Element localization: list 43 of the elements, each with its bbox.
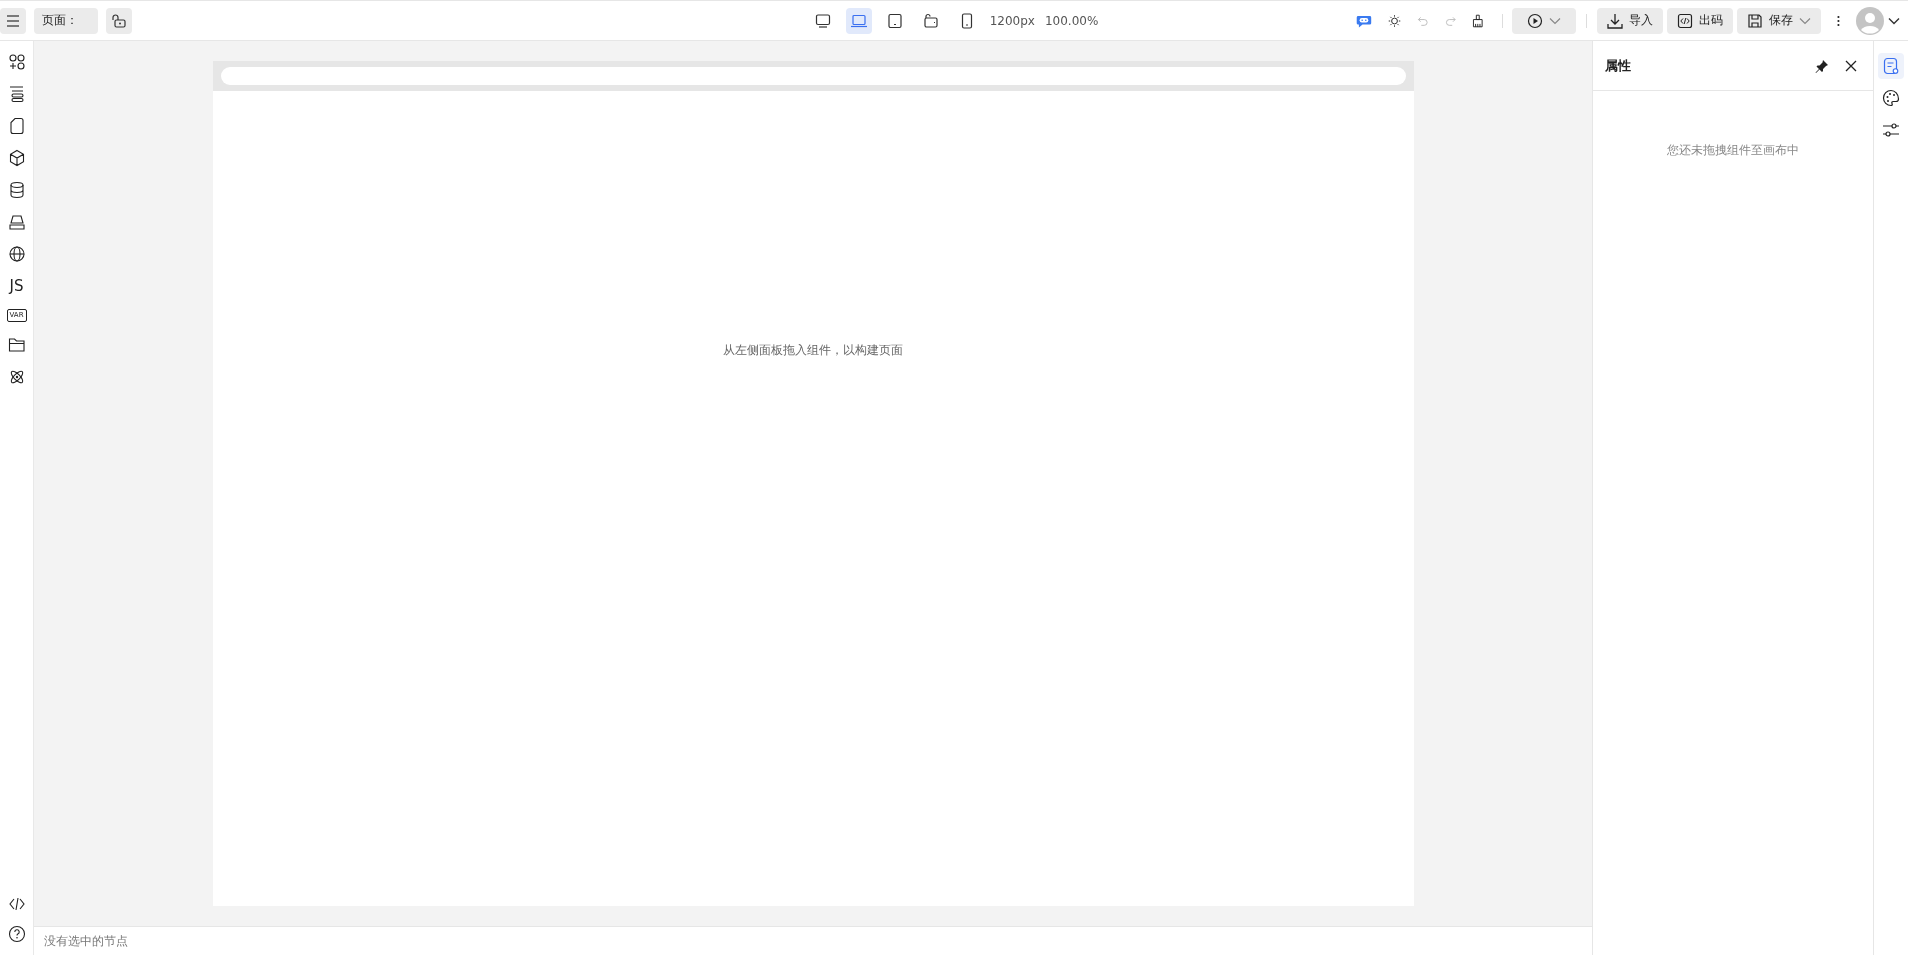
unlock-icon	[111, 12, 127, 29]
palette-icon	[1882, 89, 1900, 107]
cube-icon[interactable]	[7, 149, 26, 167]
avatar-icon	[1856, 6, 1884, 35]
help-icon[interactable]	[7, 925, 26, 943]
components-icon[interactable]	[7, 53, 26, 71]
tablet-rotated-icon	[922, 12, 939, 29]
page-icon[interactable]	[7, 117, 26, 135]
status-text: 没有选中的节点	[44, 932, 128, 950]
panel-title: 属性	[1605, 56, 1632, 75]
lock-button[interactable]	[106, 7, 132, 34]
download-icon	[1607, 12, 1624, 29]
code-icon	[1677, 12, 1694, 29]
preview-button[interactable]	[1512, 7, 1577, 34]
zoom-level: 100.00%	[1044, 13, 1099, 28]
chevron-down-icon	[1888, 16, 1900, 25]
play-icon	[1527, 12, 1544, 29]
javascript-tab[interactable]: JS	[9, 277, 24, 295]
export-code-button[interactable]: 出码	[1667, 7, 1734, 34]
monitor-icon	[814, 12, 831, 29]
canvas-width: 1200px	[989, 13, 1035, 28]
save-button[interactable]: 保存	[1737, 7, 1822, 34]
drive-icon[interactable]	[7, 213, 26, 231]
chevron-down-icon	[1799, 16, 1812, 25]
phone-icon	[959, 12, 974, 29]
menu-icon	[6, 14, 20, 27]
import-button[interactable]: 导入	[1597, 7, 1664, 34]
globe-icon[interactable]	[7, 245, 26, 263]
outline-tree-icon[interactable]	[7, 85, 26, 103]
code-icon[interactable]	[7, 897, 26, 911]
page-selector[interactable]: 页面：	[34, 7, 98, 34]
database-icon[interactable]	[7, 181, 26, 199]
close-icon[interactable]	[1845, 59, 1857, 72]
sliders-icon	[1882, 121, 1900, 139]
folder-icon[interactable]	[7, 336, 26, 354]
menu-button[interactable]	[0, 7, 26, 34]
laptop-icon	[849, 12, 868, 29]
empty-canvas-message: 从左侧面板拖入组件，以构建页面	[723, 342, 903, 358]
empty-state-text: 您还未拖拽组件至画布中	[1667, 142, 1799, 159]
pin-icon[interactable]	[1815, 58, 1829, 73]
properties-icon	[1882, 57, 1900, 75]
tablet-icon	[886, 12, 903, 29]
chevron-down-icon	[1549, 16, 1562, 25]
